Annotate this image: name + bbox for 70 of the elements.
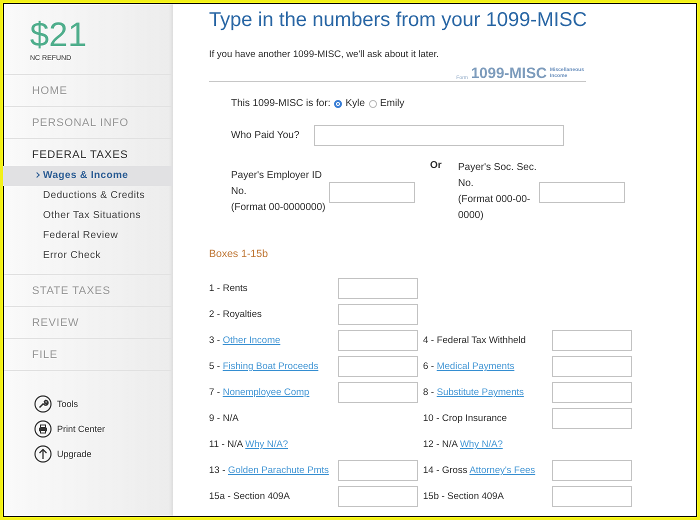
help-link[interactable]: Golden Parachute Pmts <box>228 465 329 476</box>
help-link[interactable]: Why N/A? <box>460 439 503 450</box>
amount-field[interactable] <box>338 330 418 351</box>
amount-field[interactable] <box>552 382 632 403</box>
box-label: 2 - Royalties <box>209 309 262 320</box>
field-label: This 1099-MISC is for: <box>231 98 330 109</box>
printer-icon <box>34 420 52 438</box>
sidebar-section[interactable]: FILE <box>3 348 173 362</box>
amount-field[interactable] <box>552 460 632 481</box>
field-label: Payer's Employer ID No. <box>231 169 323 199</box>
wrench-icon <box>34 395 52 413</box>
sidebar-section[interactable]: REVIEW <box>3 316 173 330</box>
box-label: 9 - N/A <box>209 413 239 424</box>
page-title: Type in the numbers from your 1099-MISC <box>209 8 588 32</box>
field-label: Payer's Soc. Sec. No. <box>458 161 538 191</box>
format-hint: (Format 00-0000000) <box>231 201 326 215</box>
amount-field[interactable] <box>338 382 418 403</box>
amount-field[interactable] <box>338 278 418 299</box>
refund-amount: $21 <box>30 17 88 53</box>
sidebar-section[interactable]: HOME <box>3 84 173 98</box>
box-label: 11 - N/A <box>209 439 244 450</box>
amount-field[interactable] <box>338 460 418 481</box>
tool-link[interactable]: Print Center <box>57 424 106 434</box>
intro-text: If you have another 1099-MISC, we'll ask about it later. <box>209 49 440 60</box>
amount-field[interactable] <box>552 486 632 507</box>
field-label: Who Paid You? <box>231 130 300 141</box>
help-link[interactable]: Medical Payments <box>436 361 514 372</box>
ssn-field[interactable] <box>539 182 625 202</box>
box-label: 3 - <box>209 335 222 346</box>
sidebar-item[interactable]: Error Check <box>3 246 173 266</box>
payer-name-field[interactable] <box>314 125 564 146</box>
sidebar-section[interactable]: STATE TAXES <box>3 284 173 298</box>
box-label: 13 - <box>209 465 226 476</box>
box-label: 4 - Federal Tax Withheld <box>423 335 526 346</box>
radio-option[interactable]: Kyle <box>334 98 365 109</box>
sidebar-item[interactable]: Federal Review <box>3 226 173 246</box>
sidebar-section[interactable]: PERSONAL INFO <box>3 116 173 130</box>
amount-field[interactable] <box>552 356 632 377</box>
help-link[interactable]: Why N/A? <box>245 439 288 450</box>
box-label: 5 - <box>209 361 222 372</box>
tool-link[interactable]: Tools <box>57 399 78 409</box>
or-label: Or <box>430 160 443 173</box>
amount-field[interactable] <box>552 330 632 351</box>
help-link[interactable]: Attorney's Fees <box>469 465 536 476</box>
section-heading: Boxes 1-15b <box>209 248 269 260</box>
tool-link[interactable]: Upgrade <box>57 449 92 459</box>
help-link[interactable]: Fishing Boat Proceeds <box>222 361 318 372</box>
box-label: 15b - Section 409A <box>423 491 504 502</box>
help-link[interactable]: Substitute Payments <box>436 387 524 398</box>
help-link[interactable]: Nonemployee Comp <box>222 387 310 398</box>
amount-field[interactable] <box>338 356 418 377</box>
box-label: 8 - <box>423 387 436 398</box>
amount-field[interactable] <box>338 486 418 507</box>
sidebar-item[interactable]: Other Tax Situations <box>3 206 173 226</box>
amount-field[interactable] <box>552 408 632 429</box>
box-label: 12 - N/A <box>423 439 459 450</box>
box-label: 10 - Crop Insurance <box>423 413 507 424</box>
radio-option[interactable]: Emily <box>368 98 404 109</box>
box-label: 14 - Gross <box>423 465 468 476</box>
box-label: 15a - Section 409A <box>209 491 290 502</box>
sidebar-item[interactable]: Deductions & Credits <box>3 186 173 206</box>
box-label: 7 - <box>209 387 222 398</box>
employer-id-field[interactable] <box>329 182 415 202</box>
sidebar-item[interactable]: Wages & Income <box>3 166 173 186</box>
box-label: 1 - Rents <box>209 283 248 294</box>
sidebar-section[interactable]: FEDERAL TAXES <box>3 148 173 162</box>
box-label: 6 - <box>423 361 436 372</box>
amount-field[interactable] <box>338 304 418 325</box>
format-hint: (Format 000-00-0000) <box>458 193 532 223</box>
help-link[interactable]: Other Income <box>222 335 280 346</box>
